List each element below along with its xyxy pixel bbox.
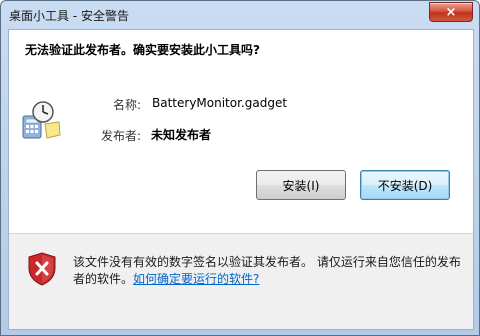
close-icon: × — [445, 4, 457, 20]
install-button[interactable]: 安装(I) — [256, 170, 346, 200]
name-value: BatteryMonitor.gadget — [152, 96, 288, 110]
help-link[interactable]: 如何确定要运行的软件? — [133, 272, 259, 286]
warning-text: 该文件没有有效的数字签名以验证其发布者。 请仅运行来自您信任的发布者的软件。 — [73, 255, 461, 286]
title-bar: 桌面小工具 - 安全警告 × — [1, 1, 479, 29]
security-shield-x-icon — [28, 252, 56, 286]
window-title: 桌面小工具 - 安全警告 — [9, 9, 129, 23]
gadget-icon — [22, 101, 61, 139]
publisher-label: 发布者: — [101, 129, 142, 143]
dont-install-button[interactable]: 不安装(D) — [360, 170, 450, 200]
name-label: 名称: — [113, 98, 142, 112]
warning-footer: 该文件没有有效的数字签名以验证其发布者。 请仅运行来自您信任的发布者的软件。如何… — [9, 234, 473, 329]
close-button[interactable]: × — [429, 2, 473, 22]
publisher-value: 未知发布者 — [151, 128, 212, 142]
warning-message: 该文件没有有效的数字签名以验证其发布者。 请仅运行来自您信任的发布者的软件。如何… — [73, 254, 465, 288]
install-question: 无法验证此发布者。确实要安装此小工具吗? — [25, 43, 260, 57]
security-warning-window: 桌面小工具 - 安全警告 × 无法验证此发布者。确实要安装此小工具吗? 名称: … — [0, 0, 480, 336]
dialog-body: 无法验证此发布者。确实要安装此小工具吗? 名称: BatteryMonitor.… — [8, 29, 474, 330]
